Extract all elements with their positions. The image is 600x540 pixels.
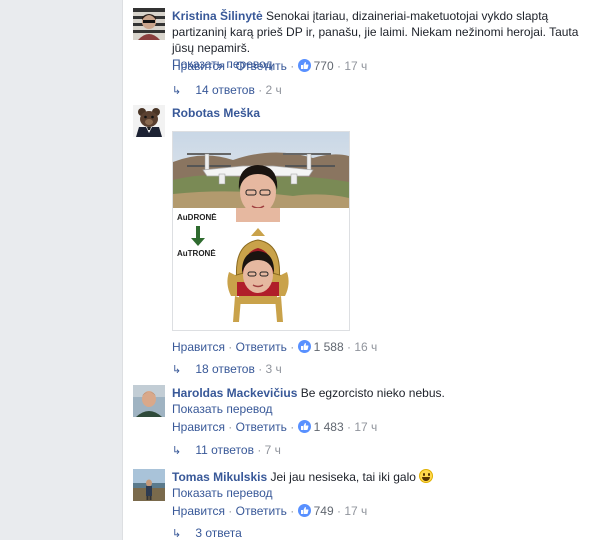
replies-link[interactable]: ↳ 18 ответов · 3 ч xyxy=(172,361,282,378)
replies-count[interactable]: 18 ответов xyxy=(195,362,255,376)
separator: · xyxy=(257,443,262,457)
replies-time: 2 ч xyxy=(265,83,282,97)
comment-actions: Нравится · Ответить · 1 588 · 16 ч xyxy=(172,339,377,355)
replies-count[interactable]: 11 ответов xyxy=(195,443,254,457)
author-name[interactable]: Haroldas Mackevičius xyxy=(172,386,297,400)
show-translation-link[interactable]: Показать перевод xyxy=(172,485,587,501)
reply-arrow-icon: ↳ xyxy=(172,445,182,457)
comment-actions: Нравится · Ответить · 770 · 17 ч xyxy=(172,58,367,74)
like-reaction-icon[interactable] xyxy=(297,420,311,433)
timestamp[interactable]: 17 ч xyxy=(344,504,367,518)
like-button[interactable]: Нравится xyxy=(172,504,225,518)
author-name[interactable]: Robotas Meška xyxy=(172,106,260,120)
separator: · xyxy=(228,340,233,354)
author-name[interactable]: Kristina Šilinytė xyxy=(172,9,263,23)
separator: · xyxy=(290,340,295,354)
image-caption-top: AuDRONĖ xyxy=(177,213,217,222)
attached-image[interactable]: AuDRONĖ AuTRONĖ xyxy=(172,131,350,331)
separator: · xyxy=(228,420,233,434)
like-button[interactable]: Нравится xyxy=(172,59,225,73)
avatar[interactable] xyxy=(133,105,165,137)
reply-button[interactable]: Ответить xyxy=(236,420,287,434)
image-caption-bottom: AuTRONĖ xyxy=(177,249,216,258)
reaction-count[interactable]: 749 xyxy=(314,504,334,518)
like-reaction-icon[interactable] xyxy=(297,340,311,353)
timestamp[interactable]: 17 ч xyxy=(354,420,377,434)
avatar[interactable] xyxy=(133,8,165,40)
like-reaction-icon[interactable] xyxy=(297,504,311,517)
reply-arrow-icon: ↳ xyxy=(172,528,182,540)
separator: · xyxy=(337,504,341,518)
separator: · xyxy=(290,504,295,518)
separator: · xyxy=(258,362,263,376)
separator: · xyxy=(228,59,233,73)
separator: · xyxy=(347,340,351,354)
replies-time: 3 ч xyxy=(265,362,282,376)
avatar[interactable] xyxy=(133,469,165,501)
comment-text: Jei jau nesiseka, tai iki galo xyxy=(270,470,416,484)
timestamp[interactable]: 16 ч xyxy=(354,340,377,354)
replies-count[interactable]: 3 ответа xyxy=(195,526,241,540)
replies-link[interactable]: ↳ 3 ответа xyxy=(172,525,242,540)
grinning-emoji-icon xyxy=(419,469,434,483)
like-reaction-icon[interactable] xyxy=(297,59,311,72)
reaction-count[interactable]: 1 588 xyxy=(314,340,344,354)
replies-count[interactable]: 14 ответов xyxy=(195,83,255,97)
show-translation-link[interactable]: Показать перевод xyxy=(172,401,587,417)
comment-text: Be egzorcisto nieko nebus. xyxy=(300,386,445,400)
reaction-count[interactable]: 770 xyxy=(314,59,334,73)
replies-time: 7 ч xyxy=(264,443,281,457)
reply-arrow-icon: ↳ xyxy=(172,364,182,376)
avatar[interactable] xyxy=(133,385,165,417)
reaction-count[interactable]: 1 483 xyxy=(314,420,344,434)
like-button[interactable]: Нравится xyxy=(172,420,225,434)
reply-button[interactable]: Ответить xyxy=(236,504,287,518)
separator: · xyxy=(290,420,295,434)
author-name[interactable]: Tomas Mikulskis xyxy=(172,470,267,484)
comment-actions: Нравится · Ответить · 749 · 17 ч xyxy=(172,503,367,519)
timestamp[interactable]: 17 ч xyxy=(344,59,367,73)
separator: · xyxy=(337,59,341,73)
like-button[interactable]: Нравится xyxy=(172,340,225,354)
reply-button[interactable]: Ответить xyxy=(236,340,287,354)
replies-link[interactable]: ↳ 11 ответов · 7 ч xyxy=(172,442,281,459)
comment-actions: Нравится · Ответить · 1 483 · 17 ч xyxy=(172,419,377,435)
separator: · xyxy=(228,504,233,518)
comments-panel: Kristina Šilinytė Senokai įtariau, dizai… xyxy=(122,0,600,540)
reply-button[interactable]: Ответить xyxy=(236,59,287,73)
reply-arrow-icon: ↳ xyxy=(172,85,182,97)
separator: · xyxy=(290,59,295,73)
separator: · xyxy=(347,420,351,434)
separator: · xyxy=(258,83,263,97)
replies-link[interactable]: ↳ 14 ответов · 2 ч xyxy=(172,82,282,99)
